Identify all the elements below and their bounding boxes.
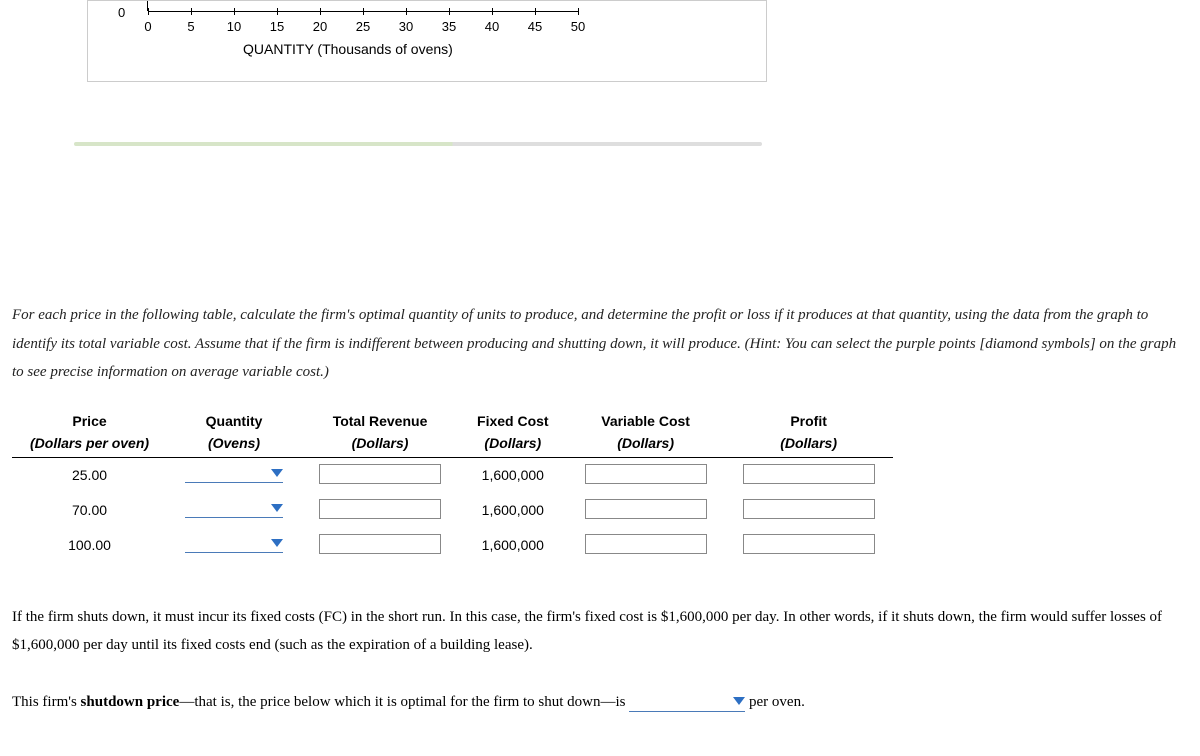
variable-input[interactable] (585, 499, 707, 519)
col-price: Price (12, 409, 167, 431)
col-quantity: Quantity (167, 409, 301, 431)
shutdown-explanation: If the firm shuts down, it must incur it… (12, 603, 1188, 660)
text: This firm's (12, 694, 81, 710)
col-revenue: Total Revenue (301, 409, 459, 431)
col-profit: Profit (725, 409, 893, 431)
x-tick: 45 (528, 19, 542, 34)
cost-table: Price Quantity Total Revenue Fixed Cost … (12, 409, 893, 563)
chart-fragment: 0 0 5 10 15 20 25 30 35 40 45 50 QUANTIT… (87, 0, 767, 82)
price-cell: 100.00 (12, 528, 167, 563)
table-row: 100.00 1,600,000 (12, 528, 893, 563)
x-tick: 30 (399, 19, 413, 34)
chevron-down-icon (733, 697, 745, 705)
revenue-input[interactable] (319, 499, 441, 519)
x-tick: 15 (270, 19, 284, 34)
revenue-input[interactable] (319, 534, 441, 554)
quantity-dropdown[interactable] (185, 499, 283, 518)
quantity-dropdown[interactable] (185, 464, 283, 483)
col-fixed: Fixed Cost (459, 409, 567, 431)
table-row: 25.00 1,600,000 (12, 457, 893, 493)
instructions-text: For each price in the following table, c… (12, 301, 1188, 387)
chevron-down-icon (271, 504, 283, 512)
sub-profit: (Dollars) (725, 431, 893, 458)
profit-input[interactable] (743, 464, 875, 484)
variable-input[interactable] (585, 534, 707, 554)
sub-price: (Dollars per oven) (12, 431, 167, 458)
shutdown-bold: shutdown price (81, 694, 180, 710)
shutdown-price-line: This firm's shutdown price—that is, the … (12, 688, 1188, 717)
shutdown-price-dropdown[interactable] (629, 693, 745, 712)
sub-quantity: (Ovens) (167, 431, 301, 458)
sub-variable: (Dollars) (567, 431, 725, 458)
scrollbar[interactable] (74, 142, 762, 146)
x-tick: 0 (144, 19, 151, 34)
x-tick: 10 (227, 19, 241, 34)
price-cell: 70.00 (12, 493, 167, 528)
sub-revenue: (Dollars) (301, 431, 459, 458)
x-tick: 50 (571, 19, 585, 34)
fixed-cell: 1,600,000 (459, 528, 567, 563)
fixed-cell: 1,600,000 (459, 457, 567, 493)
price-cell: 25.00 (12, 457, 167, 493)
x-tick: 25 (356, 19, 370, 34)
x-tick: 40 (485, 19, 499, 34)
x-tick: 20 (313, 19, 327, 34)
chevron-down-icon (271, 539, 283, 547)
revenue-input[interactable] (319, 464, 441, 484)
x-axis-title: QUANTITY (Thousands of ovens) (243, 41, 453, 57)
profit-input[interactable] (743, 499, 875, 519)
x-tick: 35 (442, 19, 456, 34)
y-tick-0: 0 (118, 5, 125, 20)
text: per oven. (745, 694, 805, 710)
table-row: 70.00 1,600,000 (12, 493, 893, 528)
text: —that is, the price below which it is op… (179, 694, 629, 710)
col-variable: Variable Cost (567, 409, 725, 431)
profit-input[interactable] (743, 534, 875, 554)
sub-fixed: (Dollars) (459, 431, 567, 458)
x-tick: 5 (187, 19, 194, 34)
chevron-down-icon (271, 469, 283, 477)
fixed-cell: 1,600,000 (459, 493, 567, 528)
variable-input[interactable] (585, 464, 707, 484)
quantity-dropdown[interactable] (185, 534, 283, 553)
